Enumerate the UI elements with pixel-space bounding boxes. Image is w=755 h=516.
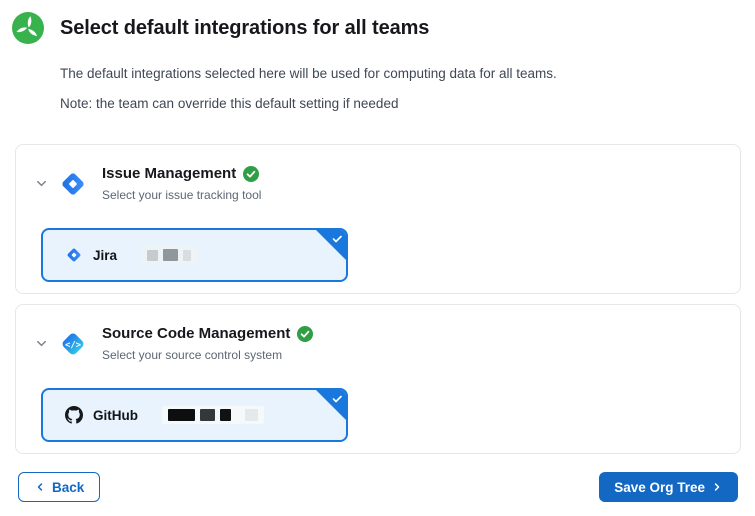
chevron-right-icon — [711, 481, 723, 493]
option-jira[interactable]: Jira — [41, 228, 348, 282]
check-icon — [331, 233, 343, 245]
check-icon — [331, 393, 343, 405]
section-subtitle: Select your source control system — [102, 348, 313, 362]
section-subtitle: Select your issue tracking tool — [102, 188, 261, 202]
svg-text:</>: </> — [65, 340, 81, 350]
section-title: Source Code Management — [102, 325, 290, 342]
app-logo-icon — [12, 12, 44, 44]
section-header: </> Source Code Management Select your s… — [34, 325, 716, 362]
option-github[interactable]: GitHub — [41, 388, 348, 442]
save-button-label: Save Org Tree — [614, 480, 705, 495]
chevron-down-icon[interactable] — [34, 336, 49, 351]
page-header: Select default integrations for all team… — [12, 12, 755, 44]
redacted-text — [162, 406, 264, 424]
jira-icon — [65, 246, 83, 264]
section-source-code-management: </> Source Code Management Select your s… — [15, 304, 741, 454]
github-icon — [65, 406, 83, 424]
page-title: Select default integrations for all team… — [60, 17, 429, 40]
chevron-down-icon[interactable] — [34, 176, 49, 191]
option-name: GitHub — [93, 408, 138, 423]
back-button-label: Back — [52, 480, 84, 495]
section-issue-management: Issue Management Select your issue track… — [15, 144, 741, 294]
chevron-left-icon — [34, 481, 46, 493]
option-name: Jira — [93, 248, 117, 263]
green-check-circle-icon — [243, 166, 259, 182]
page-description: The default integrations selected here w… — [60, 66, 755, 81]
save-org-tree-button[interactable]: Save Org Tree — [599, 472, 738, 502]
back-button[interactable]: Back — [18, 472, 100, 502]
page-note: Note: the team can override this default… — [60, 96, 755, 111]
source-code-icon: </> — [58, 329, 88, 359]
redacted-text — [141, 246, 197, 264]
green-check-circle-icon — [297, 326, 313, 342]
jira-icon — [58, 169, 88, 199]
section-header: Issue Management Select your issue track… — [34, 165, 716, 202]
section-title: Issue Management — [102, 165, 236, 182]
footer: Back Save Org Tree — [0, 472, 755, 502]
